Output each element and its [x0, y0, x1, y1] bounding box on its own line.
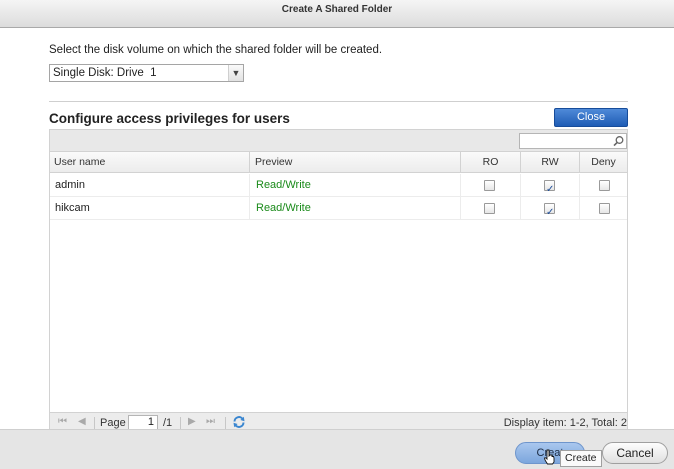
rw-checkbox[interactable]: [544, 201, 555, 224]
preview-cell: Read/Write: [249, 197, 460, 219]
column-header-ro[interactable]: RO: [460, 152, 520, 172]
grid-toolbar: [50, 130, 627, 152]
ro-checkbox[interactable]: [484, 203, 495, 214]
deny-cell: [579, 197, 627, 219]
rw-checkbox[interactable]: [544, 178, 555, 201]
search-input[interactable]: [519, 133, 627, 149]
last-page-icon[interactable]: ⏭: [206, 416, 215, 427]
section-divider: [49, 101, 628, 102]
deny-checkbox[interactable]: [599, 180, 610, 191]
pager-separator: [225, 417, 226, 429]
column-header-username[interactable]: User name: [54, 152, 249, 172]
dialog-titlebar: Create A Shared Folder: [0, 0, 674, 28]
create-tooltip: Create: [560, 450, 602, 467]
username-cell: hikcam: [55, 202, 90, 214]
close-button[interactable]: Close: [554, 108, 628, 127]
preview-cell: Read/Write: [249, 174, 460, 196]
disk-volume-selected: Single Disk: Drive 1: [53, 67, 157, 79]
ro-cell: [460, 197, 520, 219]
page-label: Page: [100, 417, 126, 429]
pager-separator: [94, 417, 95, 429]
user-privileges-grid: User name Preview RO RW Deny admin Read/…: [49, 129, 628, 432]
pager-separator: [180, 417, 181, 429]
rw-cell: [520, 174, 579, 201]
disk-select-label: Select the disk volume on which the shar…: [49, 44, 383, 56]
deny-checkbox[interactable]: [599, 203, 610, 214]
table-row[interactable]: admin Read/Write: [50, 174, 627, 201]
search-icon[interactable]: [612, 135, 625, 147]
column-header-deny[interactable]: Deny: [579, 152, 627, 172]
first-page-icon[interactable]: ⏮: [58, 416, 67, 427]
hand-cursor-icon: [543, 449, 555, 465]
display-info: Display item: 1-2, Total: 2: [503, 417, 627, 429]
chevron-down-icon[interactable]: ▼: [228, 65, 243, 81]
next-page-icon[interactable]: ▶: [188, 416, 196, 427]
previous-page-icon[interactable]: ◀: [78, 416, 86, 427]
dialog-title: Create A Shared Folder: [281, 4, 393, 15]
username-cell: admin: [55, 179, 85, 191]
column-header-rw[interactable]: RW: [520, 152, 579, 172]
total-pages: /1: [163, 417, 173, 429]
deny-cell: [579, 174, 627, 196]
page-number-input[interactable]: 1: [128, 415, 158, 430]
access-privileges-title: Configure access privileges for users: [49, 111, 290, 126]
refresh-icon[interactable]: [232, 415, 246, 429]
column-header-preview[interactable]: Preview: [249, 152, 460, 172]
ro-checkbox[interactable]: [484, 180, 495, 191]
rw-cell: [520, 197, 579, 224]
cancel-button[interactable]: Cancel: [602, 442, 668, 464]
table-row[interactable]: hikcam Read/Write: [50, 197, 627, 224]
dialog-footer: Creat Create Cancel: [0, 429, 674, 469]
grid-header: User name Preview RO RW Deny: [50, 152, 627, 173]
disk-volume-select[interactable]: Single Disk: Drive 1 ▼: [49, 64, 244, 82]
ro-cell: [460, 174, 520, 196]
